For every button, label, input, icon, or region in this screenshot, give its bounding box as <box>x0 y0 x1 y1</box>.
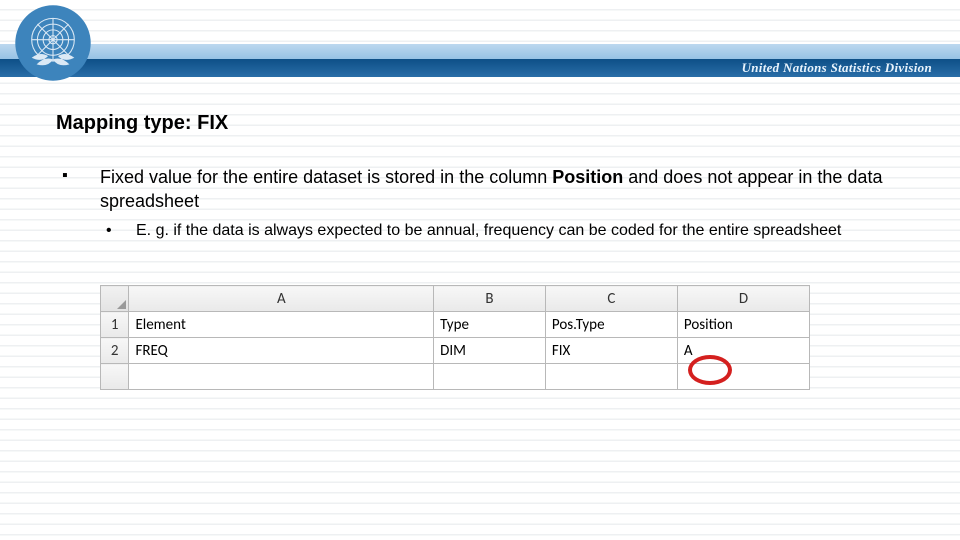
bullet-text-pre: Fixed value for the entire dataset is st… <box>100 167 552 187</box>
table-row: 1 Element Type Pos.Type Position <box>101 312 810 338</box>
col-header-d: D <box>677 286 809 312</box>
bullet-text-bold: Position <box>552 167 623 187</box>
select-all-corner <box>101 286 129 312</box>
spreadsheet-screenshot: A B C D 1 Element Type Pos.Type Position… <box>100 285 810 390</box>
col-header-c: C <box>545 286 677 312</box>
slide-content: Mapping type: FIX Fixed value for the en… <box>0 94 960 390</box>
table-row: 2 FREQ DIM FIX A <box>101 338 810 364</box>
org-title: United Nations Statistics Division <box>742 60 932 76</box>
header-dark-band: United Nations Statistics Division <box>0 59 960 77</box>
cell-b1: Type <box>434 312 546 338</box>
cell-a1: Element <box>129 312 434 338</box>
bullet-list-level1: Fixed value for the entire dataset is st… <box>56 165 904 241</box>
col-header-a: A <box>129 286 434 312</box>
cell-a2: FREQ <box>129 338 434 364</box>
spreadsheet-table: A B C D 1 Element Type Pos.Type Position… <box>100 285 810 390</box>
un-emblem-icon <box>12 2 94 89</box>
bullet-item-1: Fixed value for the entire dataset is st… <box>56 165 904 241</box>
cell-b2: DIM <box>434 338 546 364</box>
row-header-1: 1 <box>101 312 129 338</box>
table-row-cut <box>101 364 810 390</box>
bullet-list-level2: E. g. if the data is always expected to … <box>100 220 904 242</box>
cell-c2: FIX <box>545 338 677 364</box>
cell-d2: A <box>677 338 809 364</box>
col-header-b: B <box>434 286 546 312</box>
sub-bullet-item-1: E. g. if the data is always expected to … <box>100 220 904 242</box>
column-header-row: A B C D <box>101 286 810 312</box>
slide-title: Mapping type: FIX <box>56 112 904 135</box>
header-band: United Nations Statistics Division <box>0 0 960 94</box>
cell-d1: Position <box>677 312 809 338</box>
row-header-2: 2 <box>101 338 129 364</box>
cell-c1: Pos.Type <box>545 312 677 338</box>
